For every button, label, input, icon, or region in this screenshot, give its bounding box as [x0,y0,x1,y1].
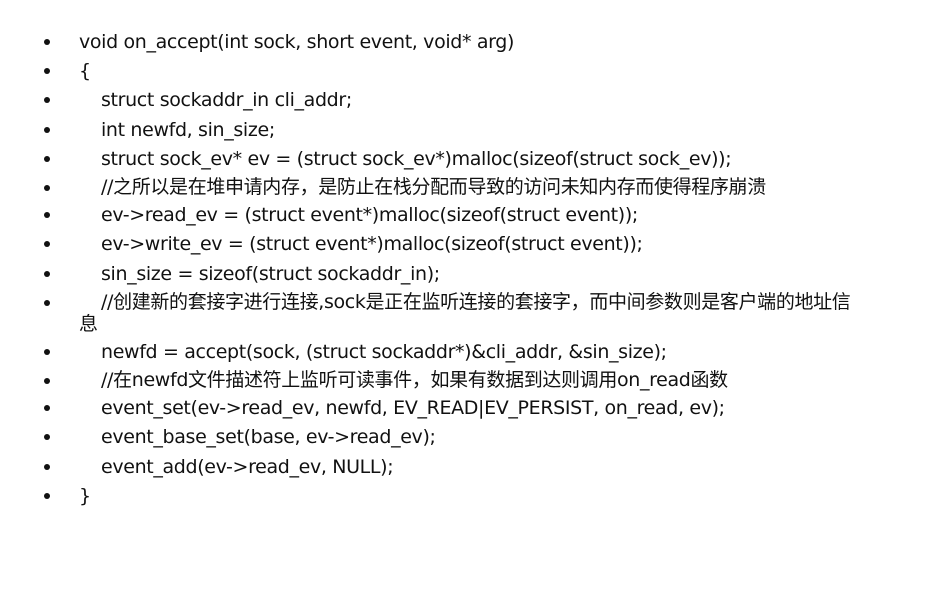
bullet-icon [44,97,50,104]
code-line-text: ev->write_ev = (struct event*)malloc(siz… [101,233,643,256]
code-line-text: //在newfd文件描述符上监听可读事件，如果有数据到达则调用on_read函数 [101,369,728,392]
code-line: struct sockaddr_in cli_addr; [0,88,928,112]
code-line: int newfd, sin_size; [0,118,928,142]
bullet-icon [44,434,50,441]
code-line: void on_accept(int sock, short event, vo… [0,30,928,54]
bullet-icon [44,348,50,355]
bullet-icon [44,155,50,162]
bullet-icon [44,463,50,470]
code-line: ev->read_ev = (struct event*)malloc(size… [0,203,928,227]
code-comment-line: //之所以是在堆申请内存，是防止在栈分配而导致的访问未知内存而使得程序崩溃 [0,176,928,198]
bullet-icon [44,405,50,412]
slide: void on_accept(int sock, short event, vo… [0,0,928,611]
code-line-text: void on_accept(int sock, short event, vo… [79,31,515,53]
code-line: ev->write_ev = (struct event*)malloc(siz… [0,232,928,256]
bullet-icon [44,378,50,385]
code-line-text: sin_size = sizeof(struct sockaddr_in); [101,262,440,285]
code-comment-line: //在newfd文件描述符上监听可读事件，如果有数据到达则调用on_read函数 [0,369,928,391]
bullet-icon [44,212,50,219]
code-line: event_add(ev->read_ev, NULL); [0,455,928,479]
code-line-text: struct sockaddr_in cli_addr; [101,89,352,112]
bullet-icon [44,126,50,133]
bullet-icon [44,68,50,75]
bullet-icon [44,39,50,45]
code-line-text: //之所以是在堆申请内存，是防止在栈分配而导致的访问未知内存而使得程序崩溃 [101,175,766,198]
code-line-text: struct sock_ev* ev = (struct sock_ev*)ma… [101,147,732,170]
code-line-text: event_add(ev->read_ev, NULL); [101,455,394,478]
code-line: newfd = accept(sock, (struct sockaddr*)&… [0,340,928,364]
code-comment-line: //创建新的套接字进行连接,sock是正在监听连接的套接字，而中间参数则是客户端… [0,291,928,335]
bullet-icon [44,492,50,499]
code-line-text: } [79,484,91,507]
code-line: event_base_set(base, ev->read_ev); [0,425,928,449]
code-line-text: newfd = accept(sock, (struct sockaddr*)&… [101,340,667,363]
code-line-text: { [79,60,91,83]
code-line: sin_size = sizeof(struct sockaddr_in); [0,262,928,286]
code-line: { [0,59,928,83]
code-line-text: //创建新的套接字进行连接,sock是正在监听连接的套接字，而中间参数则是客户端… [79,290,851,335]
bullet-icon [44,270,50,277]
code-line-text: event_base_set(base, ev->read_ev); [101,426,436,449]
bullet-icon [44,241,50,248]
code-line-text: event_set(ev->read_ev, newfd, EV_READ|EV… [101,397,725,420]
code-line-text: ev->read_ev = (struct event*)malloc(size… [101,204,638,227]
code-line: } [0,484,928,508]
code-line-text: int newfd, sin_size; [101,118,275,141]
code-listing: void on_accept(int sock, short event, vo… [0,30,928,513]
bullet-icon [44,299,50,306]
bullet-icon [44,184,50,191]
code-line: event_set(ev->read_ev, newfd, EV_READ|EV… [0,396,928,420]
code-line: struct sock_ev* ev = (struct sock_ev*)ma… [0,147,928,171]
